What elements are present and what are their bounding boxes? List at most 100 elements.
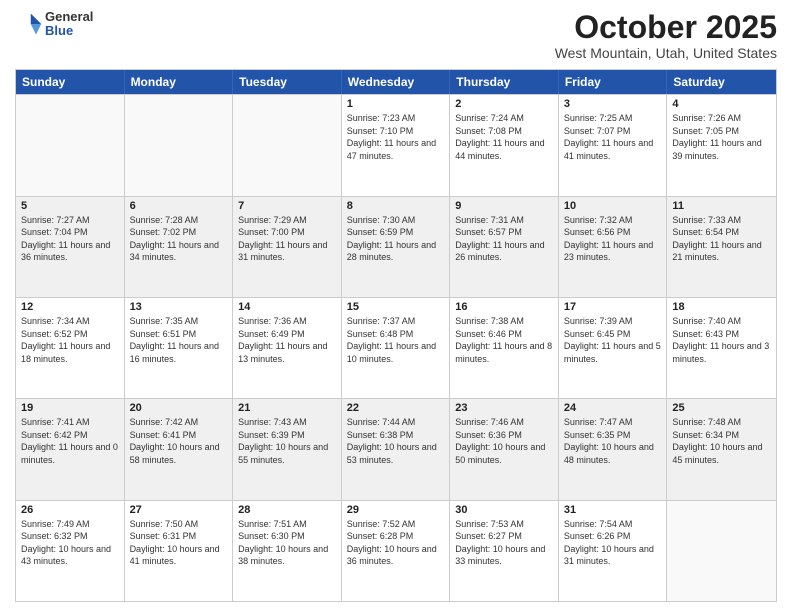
table-row: 23 Sunrise: 7:46 AMSunset: 6:36 PMDayligh… bbox=[450, 399, 559, 499]
day-number: 25 bbox=[672, 402, 771, 414]
table-row: 21 Sunrise: 7:43 AMSunset: 6:39 PMDayligh… bbox=[233, 399, 342, 499]
cell-info: Sunrise: 7:33 AMSunset: 6:54 PMDaylight:… bbox=[672, 214, 771, 264]
cal-row: 1 Sunrise: 7:23 AMSunset: 7:10 PMDaylight… bbox=[16, 94, 776, 195]
day-number: 8 bbox=[347, 200, 445, 212]
cell-info: Sunrise: 7:41 AMSunset: 6:42 PMDaylight:… bbox=[21, 416, 119, 466]
cell-info: Sunrise: 7:38 AMSunset: 6:46 PMDaylight:… bbox=[455, 315, 553, 365]
cal-header-cell: Friday bbox=[559, 70, 668, 94]
day-number: 4 bbox=[672, 98, 771, 110]
cal-header-cell: Thursday bbox=[450, 70, 559, 94]
logo-text: General Blue bbox=[45, 10, 93, 39]
table-row: 24 Sunrise: 7:47 AMSunset: 6:35 PMDayligh… bbox=[559, 399, 668, 499]
day-number: 31 bbox=[564, 504, 662, 516]
day-number: 2 bbox=[455, 98, 553, 110]
cal-header-cell: Monday bbox=[125, 70, 234, 94]
table-row: 13 Sunrise: 7:35 AMSunset: 6:51 PMDayligh… bbox=[125, 298, 234, 398]
table-row: 15Sunrise: 7:37 AMSunset: 6:48 PMDayligh… bbox=[342, 298, 451, 398]
cal-row: 12 Sunrise: 7:34 AMSunset: 6:52 PMDayligh… bbox=[16, 297, 776, 398]
logo-general: General bbox=[45, 10, 93, 24]
table-row: 4 Sunrise: 7:26 AMSunset: 7:05 PMDaylight… bbox=[667, 95, 776, 195]
table-row: 19 Sunrise: 7:41 AMSunset: 6:42 PMDayligh… bbox=[16, 399, 125, 499]
cell-info: Sunrise: 7:51 AMSunset: 6:30 PMDaylight:… bbox=[238, 518, 336, 568]
table-row: 31Sunrise: 7:54 AMSunset: 6:26 PMDayligh… bbox=[559, 501, 668, 601]
cell-info: Sunrise: 7:31 AMSunset: 6:57 PMDaylight:… bbox=[455, 214, 553, 264]
day-number: 17 bbox=[564, 301, 662, 313]
day-number: 24 bbox=[564, 402, 662, 414]
table-row: 8 Sunrise: 7:30 AMSunset: 6:59 PMDaylight… bbox=[342, 197, 451, 297]
table-row: 17Sunrise: 7:39 AMSunset: 6:45 PMDayligh… bbox=[559, 298, 668, 398]
cell-info: Sunrise: 7:29 AMSunset: 7:00 PMDaylight:… bbox=[238, 214, 336, 264]
day-number: 12 bbox=[21, 301, 119, 313]
cell-info: Sunrise: 7:40 AMSunset: 6:43 PMDaylight:… bbox=[672, 315, 771, 365]
table-row bbox=[667, 501, 776, 601]
cal-header-cell: Saturday bbox=[667, 70, 776, 94]
day-number: 30 bbox=[455, 504, 553, 516]
cal-row: 26 Sunrise: 7:49 AMSunset: 6:32 PMDayligh… bbox=[16, 500, 776, 601]
table-row: 11 Sunrise: 7:33 AMSunset: 6:54 PMDayligh… bbox=[667, 197, 776, 297]
day-number: 28 bbox=[238, 504, 336, 516]
table-row: 18 Sunrise: 7:40 AMSunset: 6:43 PMDayligh… bbox=[667, 298, 776, 398]
day-number: 27 bbox=[130, 504, 228, 516]
cell-info: Sunrise: 7:23 AMSunset: 7:10 PMDaylight:… bbox=[347, 112, 445, 162]
cell-info: Sunrise: 7:42 AMSunset: 6:41 PMDaylight:… bbox=[130, 416, 228, 466]
table-row: 22Sunrise: 7:44 AMSunset: 6:38 PMDayligh… bbox=[342, 399, 451, 499]
day-number: 10 bbox=[564, 200, 662, 212]
cell-info: Sunrise: 7:28 AMSunset: 7:02 PMDaylight:… bbox=[130, 214, 228, 264]
cell-info: Sunrise: 7:44 AMSunset: 6:38 PMDaylight:… bbox=[347, 416, 445, 466]
table-row: 29Sunrise: 7:52 AMSunset: 6:28 PMDayligh… bbox=[342, 501, 451, 601]
table-row bbox=[233, 95, 342, 195]
cell-info: Sunrise: 7:49 AMSunset: 6:32 PMDaylight:… bbox=[21, 518, 119, 568]
table-row: 25 Sunrise: 7:48 AMSunset: 6:34 PMDayligh… bbox=[667, 399, 776, 499]
cell-info: Sunrise: 7:48 AMSunset: 6:34 PMDaylight:… bbox=[672, 416, 771, 466]
day-number: 7 bbox=[238, 200, 336, 212]
calendar-header-row: SundayMondayTuesdayWednesdayThursdayFrid… bbox=[16, 70, 776, 94]
title-block: October 2025 West Mountain, Utah, United… bbox=[555, 10, 777, 61]
cell-info: Sunrise: 7:46 AMSunset: 6:36 PMDaylight:… bbox=[455, 416, 553, 466]
day-number: 14 bbox=[238, 301, 336, 313]
cal-header-cell: Wednesday bbox=[342, 70, 451, 94]
cal-row: 5Sunrise: 7:27 AMSunset: 7:04 PMDaylight… bbox=[16, 196, 776, 297]
table-row: 9Sunrise: 7:31 AMSunset: 6:57 PMDaylight… bbox=[450, 197, 559, 297]
day-number: 1 bbox=[347, 98, 445, 110]
cal-row: 19 Sunrise: 7:41 AMSunset: 6:42 PMDayligh… bbox=[16, 398, 776, 499]
cell-info: Sunrise: 7:25 AMSunset: 7:07 PMDaylight:… bbox=[564, 112, 662, 162]
day-number: 23 bbox=[455, 402, 553, 414]
logo-blue: Blue bbox=[45, 24, 93, 38]
table-row: 28 Sunrise: 7:51 AMSunset: 6:30 PMDayligh… bbox=[233, 501, 342, 601]
table-row: 1 Sunrise: 7:23 AMSunset: 7:10 PMDaylight… bbox=[342, 95, 451, 195]
day-number: 29 bbox=[347, 504, 445, 516]
table-row: 2Sunrise: 7:24 AMSunset: 7:08 PMDaylight… bbox=[450, 95, 559, 195]
calendar: SundayMondayTuesdayWednesdayThursdayFrid… bbox=[15, 69, 777, 602]
day-number: 11 bbox=[672, 200, 771, 212]
day-number: 16 bbox=[455, 301, 553, 313]
cell-info: Sunrise: 7:35 AMSunset: 6:51 PMDaylight:… bbox=[130, 315, 228, 365]
cell-info: Sunrise: 7:53 AMSunset: 6:27 PMDaylight:… bbox=[455, 518, 553, 568]
logo: General Blue bbox=[15, 10, 93, 39]
day-number: 19 bbox=[21, 402, 119, 414]
table-row: 5Sunrise: 7:27 AMSunset: 7:04 PMDaylight… bbox=[16, 197, 125, 297]
cal-header-cell: Sunday bbox=[16, 70, 125, 94]
cell-info: Sunrise: 7:36 AMSunset: 6:49 PMDaylight:… bbox=[238, 315, 336, 365]
cell-info: Sunrise: 7:43 AMSunset: 6:39 PMDaylight:… bbox=[238, 416, 336, 466]
cell-info: Sunrise: 7:34 AMSunset: 6:52 PMDaylight:… bbox=[21, 315, 119, 365]
day-number: 13 bbox=[130, 301, 228, 313]
table-row bbox=[16, 95, 125, 195]
table-row: 27 Sunrise: 7:50 AMSunset: 6:31 PMDayligh… bbox=[125, 501, 234, 601]
cell-info: Sunrise: 7:37 AMSunset: 6:48 PMDaylight:… bbox=[347, 315, 445, 365]
cell-info: Sunrise: 7:50 AMSunset: 6:31 PMDaylight:… bbox=[130, 518, 228, 568]
table-row: 20Sunrise: 7:42 AMSunset: 6:41 PMDayligh… bbox=[125, 399, 234, 499]
cell-info: Sunrise: 7:30 AMSunset: 6:59 PMDaylight:… bbox=[347, 214, 445, 264]
table-row: 14 Sunrise: 7:36 AMSunset: 6:49 PMDayligh… bbox=[233, 298, 342, 398]
calendar-body: 1 Sunrise: 7:23 AMSunset: 7:10 PMDaylight… bbox=[16, 94, 776, 601]
day-number: 18 bbox=[672, 301, 771, 313]
cell-info: Sunrise: 7:26 AMSunset: 7:05 PMDaylight:… bbox=[672, 112, 771, 162]
table-row: 7 Sunrise: 7:29 AMSunset: 7:00 PMDaylight… bbox=[233, 197, 342, 297]
table-row bbox=[125, 95, 234, 195]
cal-header-cell: Tuesday bbox=[233, 70, 342, 94]
table-row: 12 Sunrise: 7:34 AMSunset: 6:52 PMDayligh… bbox=[16, 298, 125, 398]
day-number: 21 bbox=[238, 402, 336, 414]
day-number: 26 bbox=[21, 504, 119, 516]
cell-info: Sunrise: 7:47 AMSunset: 6:35 PMDaylight:… bbox=[564, 416, 662, 466]
logo-icon bbox=[15, 10, 43, 38]
day-number: 3 bbox=[564, 98, 662, 110]
